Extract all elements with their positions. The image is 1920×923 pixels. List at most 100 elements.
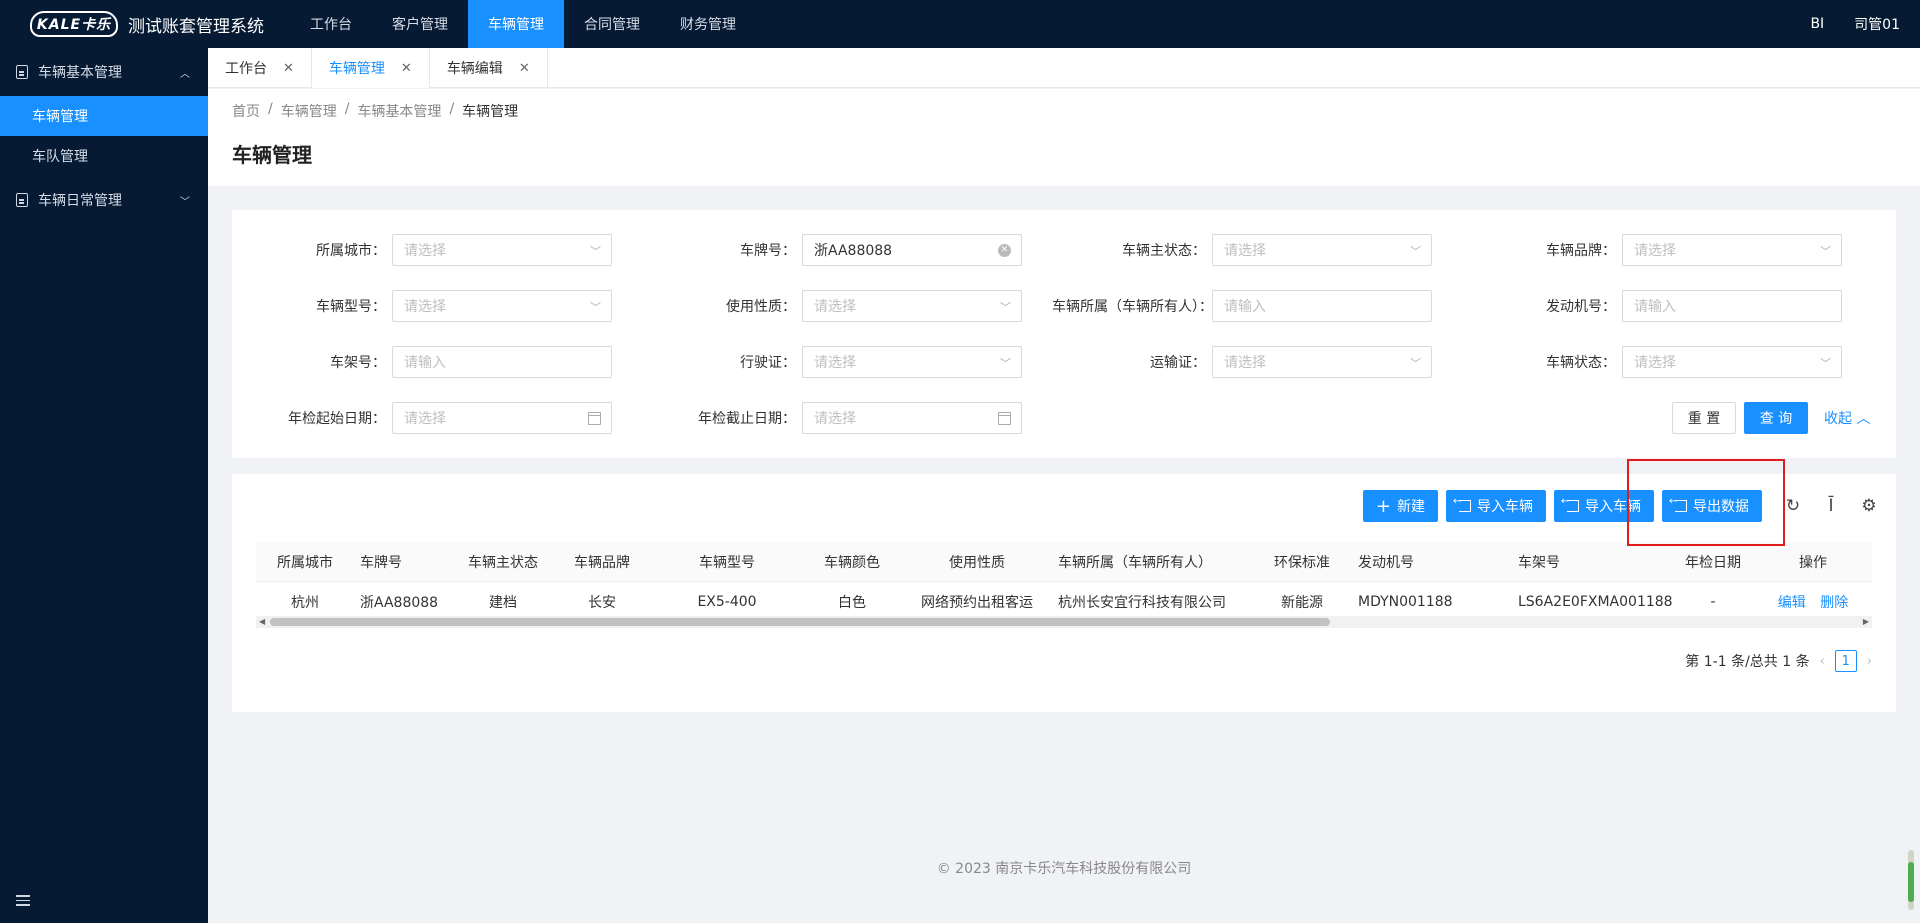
pagination: 第 1-1 条/总共 1 条 ‹ 1 ›	[1685, 650, 1872, 672]
user-name[interactable]: 司管01	[1854, 14, 1900, 34]
import-icon	[1453, 496, 1471, 512]
gear-icon[interactable]: ⚙	[1854, 490, 1884, 522]
status-select[interactable]: 请选择 ﹀	[1622, 346, 1842, 378]
side-indicator	[1908, 850, 1914, 910]
cell-city: 杭州	[291, 594, 319, 611]
city-select[interactable]: 请选择 ﹀	[392, 234, 612, 266]
brand-label: 车辆品牌：	[1546, 243, 1616, 259]
tab-label: 工作台	[225, 61, 267, 77]
sidebar-item-vehicle-management[interactable]: 车辆管理	[0, 96, 208, 136]
clear-icon[interactable]: ✕	[998, 244, 1011, 257]
tab-workbench[interactable]: 工作台 ✕	[208, 48, 312, 88]
top-navbar: KALE卡乐 测试账套管理系统 工作台 客户管理 车辆管理 合同管理 财务管理 …	[0, 0, 1920, 48]
page-number[interactable]: 1	[1834, 650, 1857, 672]
col-emission: 环保标准	[1274, 554, 1330, 571]
cell-model: EX5-400	[697, 593, 757, 610]
next-page-icon[interactable]: ›	[1867, 654, 1872, 669]
sidebar-item-fleet-management[interactable]: 车队管理	[0, 136, 208, 176]
reset-button[interactable]: 重 置	[1672, 402, 1736, 434]
inspect-end-label: 年检截止日期：	[698, 411, 796, 427]
delete-link[interactable]: 删除	[1820, 595, 1848, 611]
horizontal-scrollbar[interactable]: ◀ ▶	[256, 616, 1872, 628]
col-actions: 操作	[1799, 554, 1827, 571]
vin-input[interactable]: 请输入	[392, 346, 612, 378]
breadcrumb-separator: /	[268, 101, 273, 117]
scroll-left-icon[interactable]: ◀	[259, 616, 265, 628]
table-header: 所属城市 车牌号 车辆主状态 车辆品牌 车辆型号 车辆颜色 使用性质 车辆所属（…	[256, 542, 1872, 582]
query-button[interactable]: 查 询	[1744, 402, 1808, 434]
breadcrumb-home[interactable]: 首页	[232, 101, 260, 121]
filter-panel: 所属城市： 请选择 ﹀ 车牌号： 浙AA88088 ✕ 车辆主状态： 请选择 ﹀ 车辆…	[232, 210, 1896, 458]
close-icon[interactable]: ✕	[401, 61, 412, 76]
col-model: 车辆型号	[699, 554, 755, 571]
plus-icon: +	[1375, 495, 1391, 517]
top-nav-vehicles[interactable]: 车辆管理	[468, 0, 564, 48]
edit-link[interactable]: 编辑	[1778, 595, 1806, 611]
col-inspect-date: 年检日期	[1685, 554, 1741, 571]
plate-label: 车牌号：	[740, 243, 796, 259]
page-tabs: 工作台 ✕ 车辆管理 ✕ 车辆编辑 ✕	[208, 48, 1920, 88]
brand-select[interactable]: 请选择 ﹀	[1622, 234, 1842, 266]
breadcrumb-basic[interactable]: 车辆基本管理	[357, 101, 441, 121]
cell-color: 白色	[838, 594, 866, 611]
table-toolbar: +新建 导入车辆 导入车辆 导出数据 ↻ Ī ⚙	[1362, 490, 1884, 522]
collapse-link[interactable]: 收起 ︿	[1824, 408, 1870, 428]
logo[interactable]: KALE卡乐	[20, 0, 128, 48]
import-vehicles-button[interactable]: 导入车辆	[1446, 490, 1546, 522]
bi-link[interactable]: BI	[1810, 16, 1824, 32]
import-icon	[1561, 496, 1579, 512]
app-title: 测试账套管理系统	[128, 16, 264, 37]
cell-plate: 浙AA88088	[360, 594, 439, 611]
col-city: 所属城市	[277, 554, 333, 571]
engine-input[interactable]: 请输入	[1622, 290, 1842, 322]
inspect-start-date[interactable]: 请选择	[392, 402, 612, 434]
column-height-icon[interactable]: Ī	[1816, 490, 1846, 522]
top-nav: 工作台 客户管理 车辆管理 合同管理 财务管理	[290, 0, 756, 48]
cell-vin: LS6A2E0FXMA001188	[1518, 593, 1672, 610]
license-select[interactable]: 请选择 ﹀	[802, 346, 1022, 378]
menu-collapse-icon[interactable]	[16, 895, 30, 907]
scroll-right-icon[interactable]: ▶	[1863, 616, 1869, 628]
scrollbar-thumb[interactable]	[270, 618, 1330, 626]
top-nav-customers[interactable]: 客户管理	[372, 0, 468, 48]
usage-select[interactable]: 请选择 ﹀	[802, 290, 1022, 322]
prev-page-icon[interactable]: ‹	[1820, 654, 1825, 669]
license-label: 行驶证：	[740, 355, 796, 371]
tab-vehicle-management[interactable]: 车辆管理 ✕	[311, 48, 430, 88]
plate-input[interactable]: 浙AA88088 ✕	[802, 234, 1022, 266]
top-nav-contracts[interactable]: 合同管理	[564, 0, 660, 48]
owner-input[interactable]: 请输入	[1212, 290, 1432, 322]
inspect-end-date[interactable]: 请选择	[802, 402, 1022, 434]
chevron-down-icon: ﹀	[590, 245, 601, 258]
highlight-annotation	[1627, 459, 1785, 546]
model-label: 车辆型号：	[316, 299, 386, 315]
top-nav-workbench[interactable]: 工作台	[290, 0, 372, 48]
chevron-down-icon: ﹀	[1410, 245, 1421, 258]
close-icon[interactable]: ✕	[519, 61, 530, 76]
close-icon[interactable]: ✕	[283, 61, 294, 76]
new-button[interactable]: + 新建	[1362, 490, 1438, 522]
vehicle-table: 所属城市 车牌号 车辆主状态 车辆品牌 车辆型号 车辆颜色 使用性质 车辆所属（…	[256, 542, 1872, 622]
col-color: 车辆颜色	[824, 554, 880, 571]
cell-main-status: 建档	[489, 594, 517, 611]
breadcrumb-vehicles[interactable]: 车辆管理	[281, 101, 337, 121]
sidebar-group-label: 车辆基本管理	[38, 65, 122, 81]
model-select[interactable]: 请选择 ﹀	[392, 290, 612, 322]
sidebar-group-basic[interactable]: 车辆基本管理 ︿	[0, 48, 208, 96]
cell-engine: MDYN001188	[1358, 593, 1453, 610]
cell-owner: 杭州长安宜行科技有限公司	[1058, 594, 1226, 611]
col-vin: 车架号	[1518, 554, 1560, 571]
cell-usage: 网络预约出租客运	[921, 594, 1033, 611]
main-status-select[interactable]: 请选择 ﹀	[1212, 234, 1432, 266]
cell-emission: 新能源	[1281, 594, 1323, 611]
sidebar: 车辆基本管理 ︿ 车辆管理 车队管理 车辆日常管理 ﹀	[0, 48, 208, 923]
cell-inspect-date: -	[1710, 593, 1716, 610]
sidebar-group-daily[interactable]: 车辆日常管理 ﹀	[0, 176, 208, 224]
transport-select[interactable]: 请选择 ﹀	[1212, 346, 1432, 378]
top-nav-finance[interactable]: 财务管理	[660, 0, 756, 48]
owner-label: 车辆所属（车辆所有人）：	[1052, 299, 1213, 315]
tab-vehicle-edit[interactable]: 车辆编辑 ✕	[430, 48, 548, 88]
pagination-summary: 第 1-1 条/总共 1 条	[1685, 654, 1810, 670]
tab-label: 车辆管理	[328, 61, 385, 77]
chevron-down-icon: ﹀	[180, 196, 190, 208]
